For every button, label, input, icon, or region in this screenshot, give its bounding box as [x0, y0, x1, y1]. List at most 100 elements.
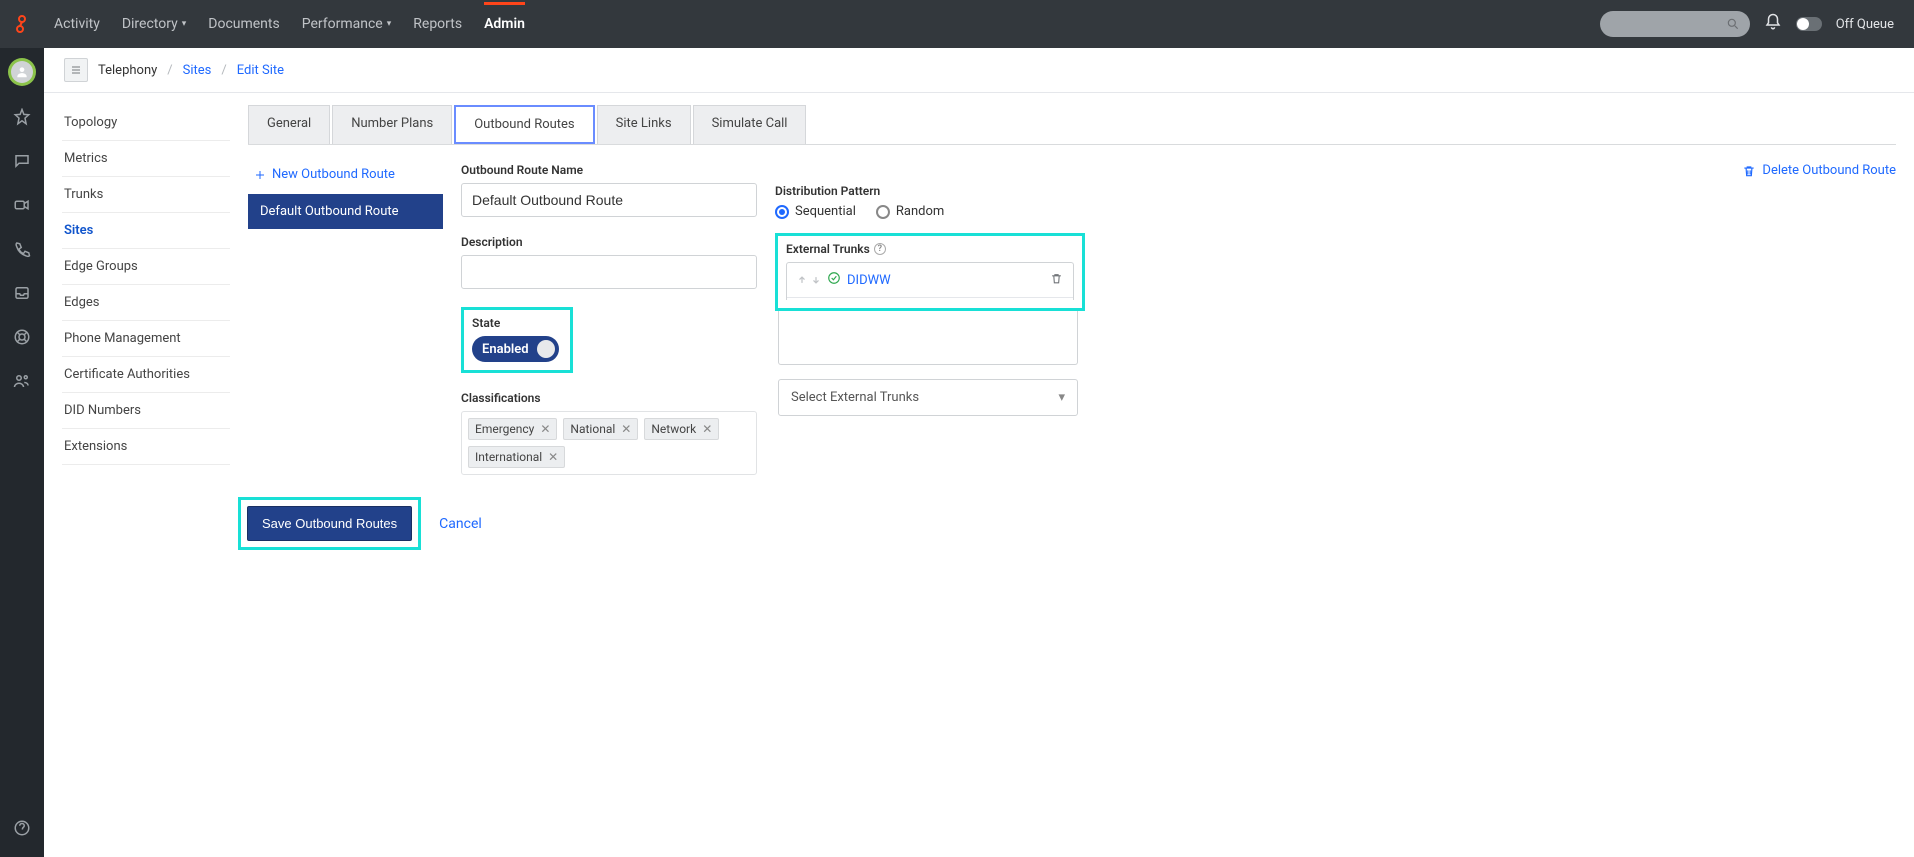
arrow-down-icon[interactable] — [811, 275, 821, 285]
inbox-icon[interactable] — [13, 284, 31, 306]
chip-label: Emergency — [475, 422, 534, 436]
state-label: State — [472, 316, 562, 330]
chip-label: International — [475, 450, 542, 464]
help-icon[interactable] — [13, 819, 31, 841]
delete-outbound-route-button[interactable]: Delete Outbound Route — [775, 163, 1896, 178]
caret-down-icon: ▾ — [1058, 390, 1065, 405]
breadcrumb-root: Telephony — [98, 63, 157, 78]
radio-sequential[interactable]: Sequential — [775, 204, 856, 219]
chip-international[interactable]: International ✕ — [468, 446, 565, 468]
radio-icon — [775, 205, 789, 219]
people-icon[interactable] — [13, 372, 31, 394]
tab-outbound-routes[interactable]: Outbound Routes — [454, 105, 594, 144]
trunk-name-link[interactable]: DIDWW — [847, 273, 891, 288]
select-external-trunks-dropdown[interactable]: Select External Trunks ▾ — [778, 379, 1078, 416]
nav-activity[interactable]: Activity — [54, 16, 100, 32]
nav-directory[interactable]: Directory ▾ — [122, 16, 186, 32]
video-icon[interactable] — [13, 196, 31, 218]
side-nav-sites[interactable]: Sites — [62, 213, 230, 249]
toggle-knob — [537, 340, 555, 358]
side-nav-metrics[interactable]: Metrics — [62, 141, 230, 177]
radio-icon — [876, 205, 890, 219]
chip-emergency[interactable]: Emergency ✕ — [468, 418, 557, 440]
save-highlight-box: Save Outbound Routes — [238, 497, 421, 550]
breadcrumb-edit[interactable]: Edit Site — [237, 63, 284, 78]
side-nav-topology[interactable]: Topology — [62, 105, 230, 141]
breadcrumb-bar: Telephony / Sites / Edit Site — [44, 48, 1914, 93]
chip-label: National — [570, 422, 615, 436]
external-trunks-label: External Trunks — [786, 242, 870, 256]
global-search[interactable] — [1600, 11, 1750, 37]
side-nav: Topology Metrics Trunks Sites Edge Group… — [62, 105, 230, 550]
external-trunks-list: DIDWW — [786, 262, 1074, 300]
breadcrumb-sites[interactable]: Sites — [183, 63, 212, 78]
side-nav-edge-groups[interactable]: Edge Groups — [62, 249, 230, 285]
tab-simulate-call[interactable]: Simulate Call — [693, 105, 807, 144]
description-input[interactable] — [461, 255, 757, 289]
hamburger-icon — [70, 64, 82, 76]
side-nav-phone-management[interactable]: Phone Management — [62, 321, 230, 357]
caret-down-icon: ▾ — [182, 19, 187, 29]
chip-remove-icon[interactable]: ✕ — [540, 422, 550, 436]
chip-remove-icon[interactable]: ✕ — [548, 450, 558, 464]
breadcrumb-sep: / — [167, 63, 172, 78]
caret-down-icon: ▾ — [387, 19, 392, 29]
trunk-row: DIDWW — [787, 263, 1073, 298]
state-highlight-box: State Enabled — [461, 307, 573, 373]
state-toggle[interactable]: Enabled — [472, 336, 559, 362]
radio-sequential-label: Sequential — [795, 204, 856, 219]
tab-general[interactable]: General — [248, 105, 330, 144]
nav-performance-label: Performance — [302, 16, 383, 32]
chip-remove-icon[interactable]: ✕ — [621, 422, 631, 436]
chip-remove-icon[interactable]: ✕ — [702, 422, 712, 436]
left-rail — [0, 48, 44, 857]
search-icon — [1726, 17, 1740, 31]
nav-reports[interactable]: Reports — [413, 16, 462, 32]
star-icon[interactable] — [13, 108, 31, 130]
side-nav-extensions[interactable]: Extensions — [62, 429, 230, 465]
radio-random-label: Random — [896, 204, 944, 219]
chat-icon[interactable] — [13, 152, 31, 174]
side-nav-did-numbers[interactable]: DID Numbers — [62, 393, 230, 429]
hamburger-button[interactable] — [64, 58, 88, 82]
route-name-input[interactable] — [461, 183, 757, 217]
notifications-icon[interactable] — [1764, 13, 1782, 35]
state-toggle-label: Enabled — [482, 342, 529, 357]
side-nav-trunks[interactable]: Trunks — [62, 177, 230, 213]
breadcrumb-sep: / — [221, 63, 226, 78]
queue-label: Off Queue — [1836, 17, 1894, 32]
nav-documents[interactable]: Documents — [208, 16, 279, 32]
nav-admin[interactable]: Admin — [484, 16, 525, 32]
phone-icon[interactable] — [13, 240, 31, 262]
lifebuoy-icon[interactable] — [13, 328, 31, 350]
cancel-button[interactable]: Cancel — [439, 516, 482, 532]
classifications-chips[interactable]: Emergency ✕ National ✕ Network ✕ Internatio… — [461, 411, 757, 475]
external-trunks-list-empty — [778, 311, 1078, 365]
tab-site-links[interactable]: Site Links — [597, 105, 691, 144]
nav-directory-label: Directory — [122, 16, 178, 32]
trash-icon — [1742, 164, 1756, 178]
route-item[interactable]: Default Outbound Route — [248, 194, 443, 229]
radio-random[interactable]: Random — [876, 204, 944, 219]
distribution-pattern-label: Distribution Pattern — [775, 184, 1896, 198]
delete-outbound-route-label: Delete Outbound Route — [1762, 163, 1896, 178]
arrow-up-icon[interactable] — [797, 275, 807, 285]
new-outbound-route-button[interactable]: New Outbound Route — [248, 163, 443, 186]
description-label: Description — [461, 235, 757, 249]
chip-national[interactable]: National ✕ — [563, 418, 638, 440]
top-nav: Activity Directory ▾ Documents Performan… — [54, 16, 525, 32]
chip-network[interactable]: Network ✕ — [644, 418, 719, 440]
queue-toggle[interactable] — [1796, 17, 1822, 31]
avatar[interactable] — [8, 58, 36, 86]
side-nav-certificate-authorities[interactable]: Certificate Authorities — [62, 357, 230, 393]
tab-number-plans[interactable]: Number Plans — [332, 105, 452, 144]
route-name-label: Outbound Route Name — [461, 163, 757, 177]
side-nav-edges[interactable]: Edges — [62, 285, 230, 321]
trunk-delete-button[interactable] — [1050, 272, 1063, 289]
save-outbound-routes-button[interactable]: Save Outbound Routes — [247, 506, 412, 541]
app-logo — [12, 12, 36, 36]
nav-performance[interactable]: Performance ▾ — [302, 16, 392, 32]
help-tooltip-icon[interactable]: ? — [874, 243, 886, 255]
new-outbound-route-label: New Outbound Route — [272, 167, 395, 182]
chip-label: Network — [651, 422, 696, 436]
